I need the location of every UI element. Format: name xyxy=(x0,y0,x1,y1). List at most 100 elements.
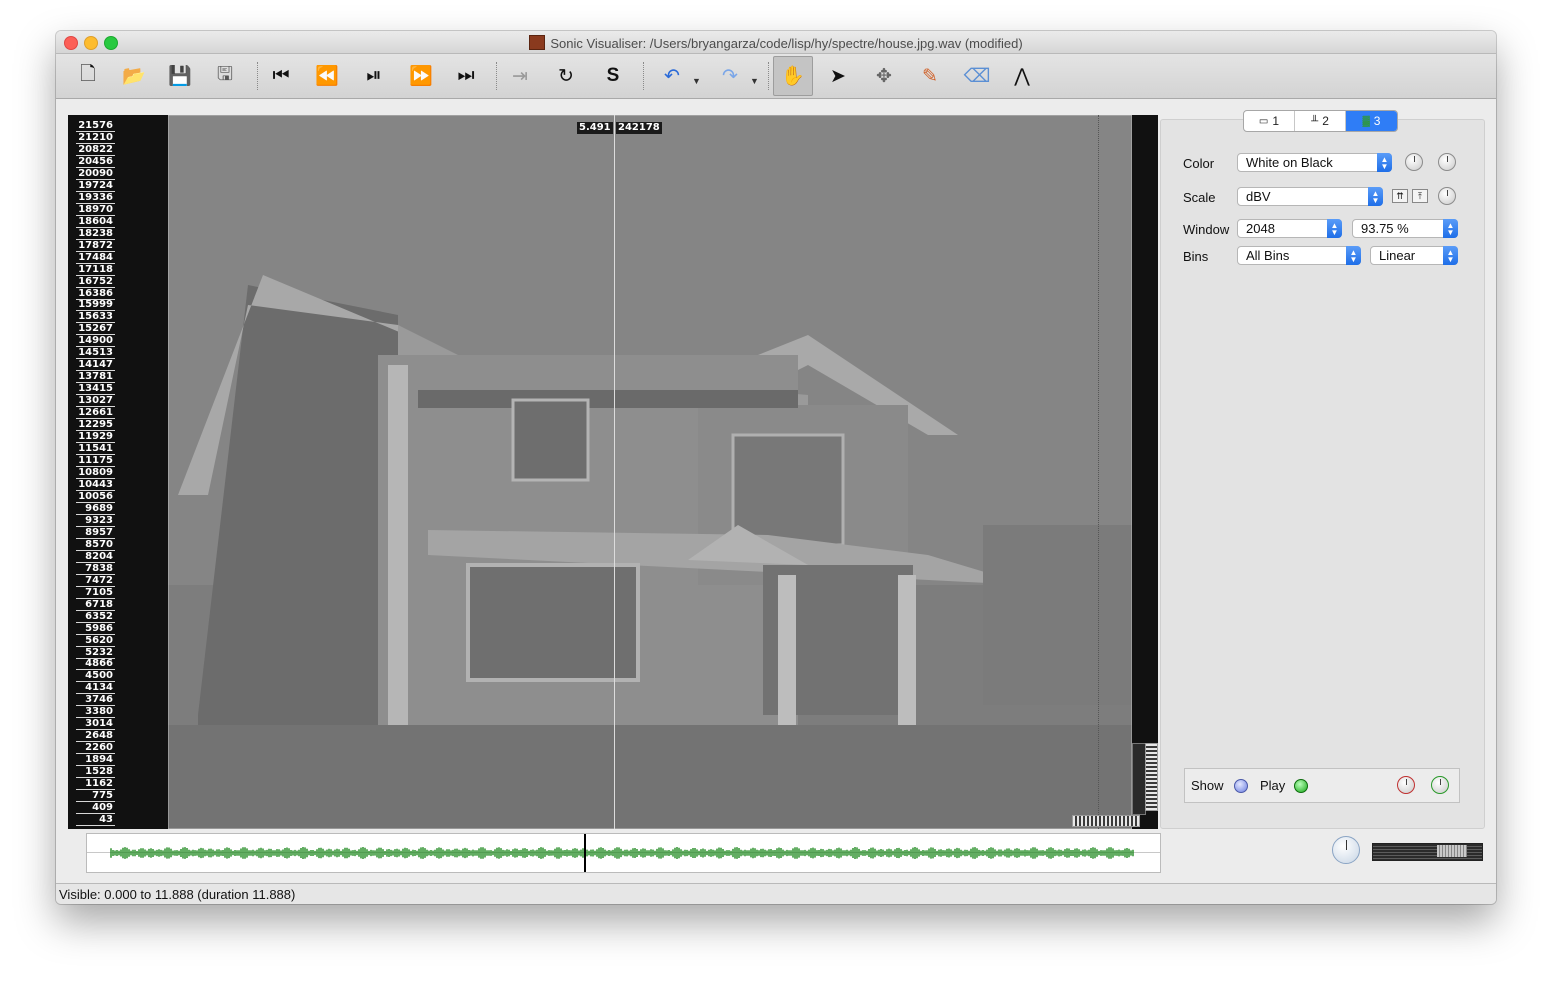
save-session-icon[interactable]: 🖫 xyxy=(209,60,241,92)
frequency-scale-label: 409 xyxy=(92,802,113,814)
frequency-scale-label: 5232 xyxy=(85,646,113,658)
show-play-box: Show Play xyxy=(1184,768,1460,803)
frequency-scale-tick: 10809 xyxy=(76,467,115,480)
playhead-line[interactable] xyxy=(614,115,615,829)
spectrum-layer-icon: ╨ xyxy=(1311,115,1319,127)
frequency-scale-tick: 9323 xyxy=(76,515,115,527)
window-overlap-select[interactable]: 93.75 % ▲ ▼ xyxy=(1352,219,1458,238)
play-toggle[interactable] xyxy=(1294,779,1308,793)
frequency-scale-label: 15267 xyxy=(78,323,113,335)
frequency-scale-tick: 3746 xyxy=(76,694,115,707)
redo-menu-arrow-icon[interactable]: ▼ xyxy=(750,76,759,86)
navigate-tool-icon[interactable]: ✋ xyxy=(773,56,813,96)
rewind-start-icon[interactable]: ⏮ xyxy=(265,60,297,92)
frequency-scale-label: 16386 xyxy=(78,287,113,299)
frequency-scale-tick: 15633 xyxy=(76,311,115,324)
save-icon[interactable]: 💾 xyxy=(164,60,196,92)
frequency-scale-tick: 11929 xyxy=(76,431,115,444)
output-gain-thumb[interactable] xyxy=(1437,845,1467,857)
frequency-scale-label: 6718 xyxy=(85,598,113,610)
frequency-scale-tick: 18970 xyxy=(76,204,115,216)
frequency-scale-label: 9323 xyxy=(85,514,113,526)
bins-scale-select[interactable]: Linear ▲ ▼ xyxy=(1370,246,1458,265)
frequency-scale-tick: 17484 xyxy=(76,252,115,264)
frequency-scale-label: 5620 xyxy=(85,634,113,646)
frequency-scale-label: 13781 xyxy=(78,371,113,383)
tab-layer-1[interactable]: ▭ 1 xyxy=(1244,111,1295,131)
color-select[interactable]: White on Black ▲ ▼ xyxy=(1237,153,1392,172)
overview-playhead[interactable] xyxy=(584,834,586,872)
frequency-scale-label: 18970 xyxy=(78,203,113,215)
select-tool-icon[interactable]: ➤ xyxy=(822,60,854,92)
color-gain-knob[interactable] xyxy=(1438,153,1456,171)
fast-forward-end-icon[interactable]: ⏭ xyxy=(450,60,482,92)
scale-select[interactable]: dBV ▲ ▼ xyxy=(1237,187,1383,206)
color-rotation-knob[interactable] xyxy=(1405,153,1423,171)
vertical-zoom-thumb[interactable] xyxy=(1132,743,1146,815)
tab-layer-2[interactable]: ╨ 2 xyxy=(1295,111,1346,131)
solo-icon[interactable]: S xyxy=(597,60,629,92)
frequency-scale-tick: 5986 xyxy=(76,623,115,635)
chevron-updown-icon: ▲ ▼ xyxy=(1443,246,1458,265)
tab-layer-3[interactable]: ▓ 3 xyxy=(1346,111,1397,131)
measure-tool-icon[interactable]: ⋀ xyxy=(1006,60,1038,92)
rewind-icon[interactable]: ⏪ xyxy=(311,60,343,92)
draw-tool-icon[interactable]: ✎ xyxy=(914,60,946,92)
playback-pan-knob[interactable] xyxy=(1431,776,1449,794)
vertical-zoom-wheel[interactable] xyxy=(1145,743,1158,811)
spectrogram-view[interactable] xyxy=(168,115,1132,829)
bins-label: Bins xyxy=(1183,249,1209,264)
erase-tool-icon[interactable]: ⌫ xyxy=(961,60,993,92)
open-icon[interactable]: 📂 xyxy=(118,60,150,92)
frequency-scale-tick: 2260 xyxy=(76,742,115,755)
spectrogram-pane[interactable]: 21576 21210 20822 20456 20090 19724 19336 18970… xyxy=(68,115,1158,829)
frequency-scale-label: 18238 xyxy=(78,227,113,239)
frequency-scale-label: 12661 xyxy=(78,407,113,419)
frequency-scale-label: 3380 xyxy=(85,706,113,718)
frequency-scale-label: 21210 xyxy=(78,131,113,143)
frequency-scale-tick: 9689 xyxy=(76,503,115,515)
frequency-scale-tick: 11541 xyxy=(76,443,115,456)
layer-tabs: ▭ 1 ╨ 2 ▓ 3 xyxy=(1243,110,1398,132)
frequency-scale-tick: 13781 xyxy=(76,371,115,384)
threshold-knob[interactable] xyxy=(1438,187,1456,205)
output-gain-slider[interactable] xyxy=(1372,843,1483,861)
redo-icon[interactable]: ↷ xyxy=(714,60,746,92)
playback-speed-knob[interactable] xyxy=(1332,836,1360,864)
frequency-scale-tick: 12295 xyxy=(76,419,115,432)
horizontal-zoom-wheel[interactable] xyxy=(1072,815,1140,827)
frequency-scale-label: 10056 xyxy=(78,490,113,502)
loop-icon[interactable]: ↻ xyxy=(550,60,582,92)
normalize-visible-icon[interactable]: ⤒ xyxy=(1412,189,1428,203)
frequency-scale-label: 20456 xyxy=(78,155,113,167)
new-icon[interactable]: 🗋 xyxy=(72,60,104,92)
show-label: Show xyxy=(1191,778,1224,793)
play-pause-icon[interactable]: ⏯ xyxy=(358,60,390,92)
frequency-scale-tick: 20456 xyxy=(76,156,115,168)
frequency-scale-tick: 3380 xyxy=(76,706,115,719)
move-tool-icon[interactable]: ✥ xyxy=(868,60,900,92)
show-toggle[interactable] xyxy=(1234,779,1248,793)
frequency-scale-label: 15999 xyxy=(78,299,113,311)
undo-menu-arrow-icon[interactable]: ▼ xyxy=(692,76,701,86)
frequency-scale-label: 1162 xyxy=(85,778,113,790)
frequency-scale-tick: 8204 xyxy=(76,551,115,563)
frequency-scale-label: 775 xyxy=(92,790,113,802)
frequency-scale-tick: 14513 xyxy=(76,347,115,360)
frequency-scale-label: 9689 xyxy=(85,502,113,514)
frequency-scale-tick: 1894 xyxy=(76,754,115,767)
fast-forward-icon[interactable]: ⏩ xyxy=(405,60,437,92)
window-size-select[interactable]: 2048 ▲ ▼ xyxy=(1237,219,1342,238)
bins-select[interactable]: All Bins ▲ ▼ xyxy=(1237,246,1361,265)
frequency-scale-label: 14513 xyxy=(78,347,113,359)
normalize-columns-icon[interactable]: ⇈ xyxy=(1392,189,1408,203)
frequency-scale-label: 17118 xyxy=(78,263,113,275)
overview-waveform[interactable] xyxy=(86,833,1161,873)
status-bar: Visible: 0.000 to 11.888 (duration 11.88… xyxy=(56,883,1496,904)
frequency-scale-label: 1528 xyxy=(85,766,113,778)
undo-icon[interactable]: ↶ xyxy=(656,60,688,92)
toolbar-separator xyxy=(643,62,644,90)
constrain-playback-icon[interactable]: ⇥ xyxy=(504,60,536,92)
frequency-scale-tick: 6718 xyxy=(76,599,115,611)
playback-gain-knob[interactable] xyxy=(1397,776,1415,794)
